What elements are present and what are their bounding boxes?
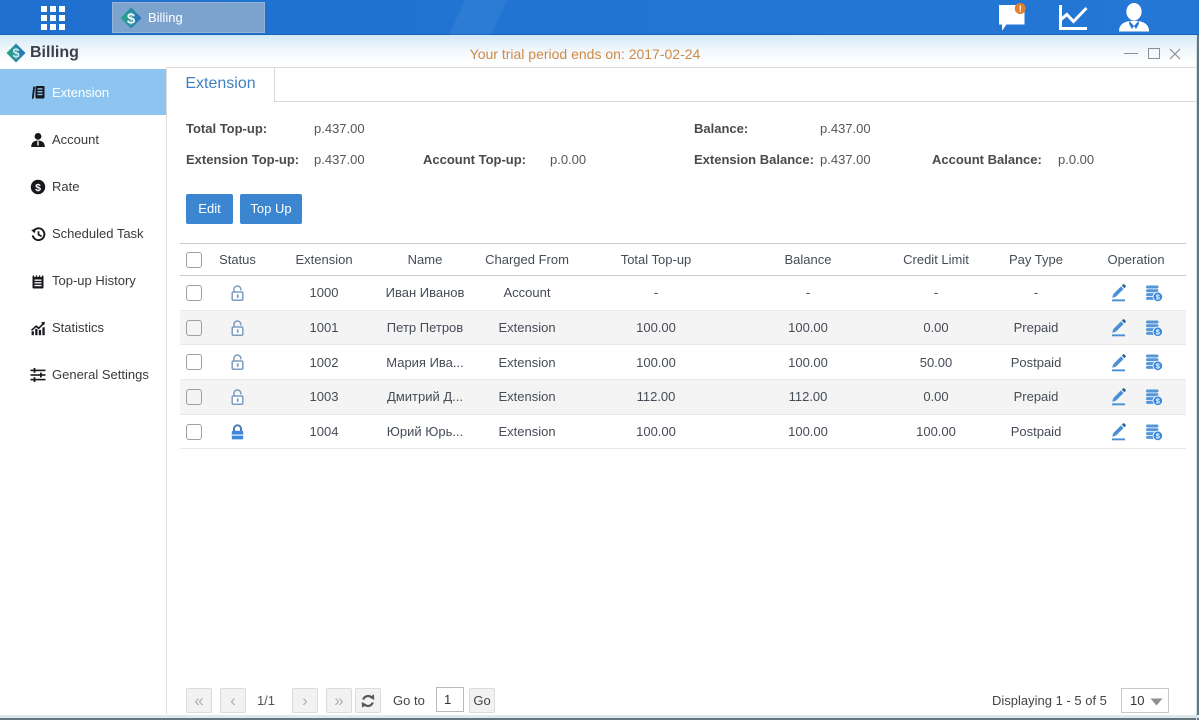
svg-text:!: ! (1019, 4, 1022, 14)
svg-text:$: $ (35, 182, 41, 194)
svg-text:$: $ (127, 10, 136, 27)
